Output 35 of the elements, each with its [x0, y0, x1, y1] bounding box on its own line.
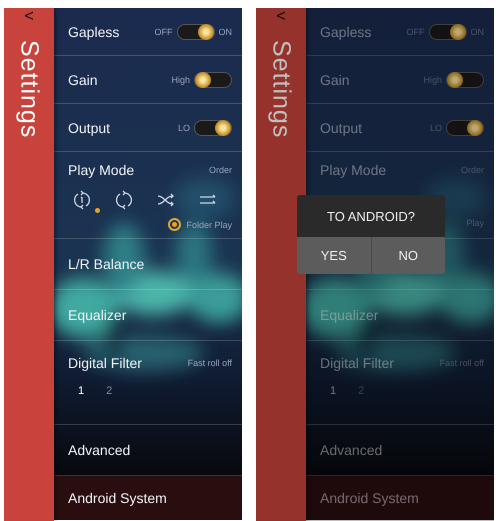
setting-label: Gain — [320, 72, 350, 88]
page-title: Settings — [14, 40, 44, 138]
toggle-off-label: High — [171, 74, 190, 84]
setting-label: Output — [68, 120, 110, 136]
toggle-off-label: OFF — [154, 26, 172, 36]
filter-option[interactable]: 2 — [106, 385, 112, 397]
back-button[interactable]: < — [276, 8, 286, 26]
setting-label: Play Mode — [68, 162, 134, 178]
play-mode-value: Order — [208, 165, 232, 175]
repeat-icon — [114, 190, 134, 210]
filter-value: Fast roll off — [188, 358, 232, 368]
setting-label[interactable]: Equalizer — [68, 307, 126, 323]
filter-option[interactable]: 1 — [330, 385, 336, 397]
setting-label[interactable]: Advanced — [320, 442, 382, 458]
setting-label: Digital Filter — [68, 355, 142, 371]
setting-label[interactable]: L/R Balance — [68, 256, 144, 272]
toggle-off-label: LO — [178, 122, 190, 132]
page-title: Settings — [266, 40, 296, 138]
back-button[interactable]: < — [24, 8, 34, 26]
setting-label: Play Mode — [320, 162, 386, 178]
setting-label: Output — [320, 120, 362, 136]
setting-label: Gain — [68, 72, 98, 88]
dialog-title: TO ANDROID? — [327, 209, 415, 224]
folder-play-label: Folder Play — [186, 220, 232, 230]
setting-label[interactable]: Android System — [68, 490, 167, 506]
setting-label: Gapless — [320, 24, 372, 40]
setting-label: Digital Filter — [320, 355, 394, 371]
setting-label[interactable]: Advanced — [68, 442, 130, 458]
filter-option[interactable]: 1 — [78, 385, 84, 397]
setting-label[interactable]: Android System — [320, 490, 419, 506]
setting-label: Gapless — [68, 24, 120, 40]
toggle-on-label: ON — [218, 26, 232, 36]
repeat-one-icon — [72, 190, 92, 210]
folder-play-radio[interactable] — [168, 218, 182, 231]
dialog-button[interactable]: NO — [370, 237, 445, 274]
